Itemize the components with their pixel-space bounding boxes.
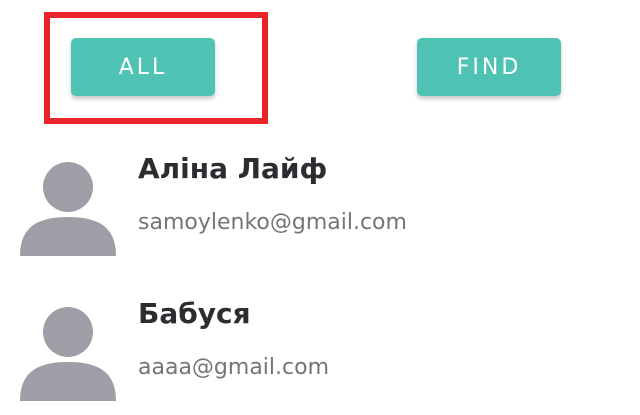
contact-email: samoylenko@gmail.com	[138, 210, 407, 235]
all-button[interactable]: ALL	[71, 38, 215, 96]
contact-name: Бабуся	[138, 297, 251, 330]
find-button-label: FIND	[456, 54, 522, 80]
person-placeholder-icon	[20, 162, 116, 256]
contact-name: Аліна Лайф	[138, 152, 328, 185]
contacts-screen: ALL FIND Аліна Лайф samoylenko@gmail.com…	[0, 0, 640, 415]
person-placeholder-icon	[20, 307, 116, 401]
contact-email: aaaa@gmail.com	[138, 355, 330, 380]
contact-list-item[interactable]: Аліна Лайф samoylenko@gmail.com	[0, 140, 640, 260]
all-button-label: ALL	[118, 54, 168, 80]
find-button[interactable]: FIND	[417, 38, 561, 96]
contact-list-item[interactable]: Бабуся aaaa@gmail.com	[0, 285, 640, 405]
